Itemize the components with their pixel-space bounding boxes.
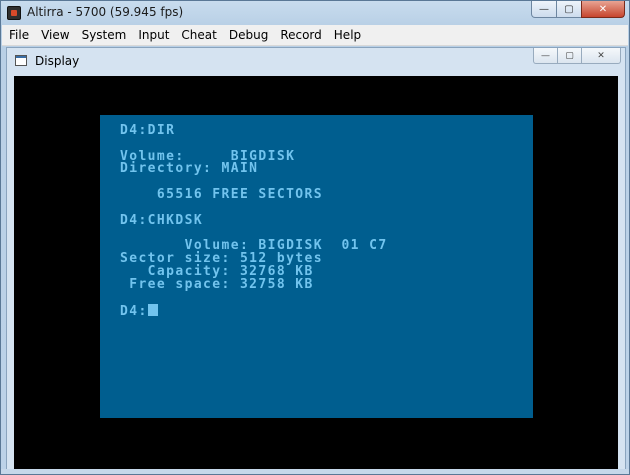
display-minimize-button[interactable]: — <box>533 48 558 64</box>
menu-file[interactable]: File <box>2 25 35 45</box>
screen-line: 65516 FREE SECTORS <box>120 186 323 202</box>
display-pane-caption-buttons: — ▢ ✕ <box>533 48 621 64</box>
close-icon: ✕ <box>598 3 608 15</box>
close-button[interactable]: ✕ <box>581 1 625 18</box>
screen-line: D4:CHKDSK <box>120 212 204 228</box>
menu-system[interactable]: System <box>76 25 133 45</box>
window-bottom-border <box>1 469 629 474</box>
display-pane: Display — ▢ ✕ D4:DIR​Volume: BIGDISKDire… <box>6 47 626 471</box>
screen-line: D4:DIR <box>120 123 176 138</box>
prompt-text: D4: <box>120 304 148 320</box>
maximize-icon: ▢ <box>564 3 574 15</box>
menu-debug[interactable]: Debug <box>223 25 274 45</box>
window-caption-buttons: — ▢ ✕ <box>531 1 625 19</box>
altirra-app-icon[interactable] <box>7 6 21 20</box>
display-close-button[interactable]: ✕ <box>581 48 621 64</box>
close-icon: ✕ <box>597 50 605 61</box>
minimize-button[interactable]: — <box>531 1 557 18</box>
emulator-display[interactable]: D4:DIR​Volume: BIGDISKDirectory: MAIN​ 6… <box>14 76 618 470</box>
screen-line: Directory: MAIN <box>120 161 259 177</box>
display-pane-title: Display <box>35 54 80 68</box>
maximize-button[interactable]: ▢ <box>556 1 582 18</box>
text-cursor <box>147 304 158 317</box>
main-window: Altirra - 5700 (59.945 fps) — ▢ ✕ File V… <box>0 0 630 475</box>
minimize-icon: — <box>539 3 549 15</box>
screen-text: D4:DIR​Volume: BIGDISKDirectory: MAIN​ 6… <box>120 123 388 320</box>
menu-bar: File View System Input Cheat Debug Recor… <box>2 25 628 46</box>
prompt-line: D4: <box>120 304 388 320</box>
screen-line: Free space: 32758 KB <box>120 276 314 292</box>
screen-line: ​ <box>120 291 388 304</box>
window-title: Altirra - 5700 (59.945 fps) <box>27 5 184 19</box>
display-window-icon <box>15 55 27 66</box>
menu-cheat[interactable]: Cheat <box>175 25 222 45</box>
menu-record[interactable]: Record <box>274 25 327 45</box>
menu-help[interactable]: Help <box>328 25 367 45</box>
menu-input[interactable]: Input <box>132 25 175 45</box>
minimize-icon: — <box>541 50 550 61</box>
atari-screen[interactable]: D4:DIR​Volume: BIGDISKDirectory: MAIN​ 6… <box>100 115 533 418</box>
maximize-icon: ▢ <box>565 50 574 61</box>
title-bar[interactable]: Altirra - 5700 (59.945 fps) — ▢ ✕ <box>1 1 629 25</box>
display-pane-title-bar[interactable]: Display — ▢ ✕ <box>7 48 625 74</box>
menu-view[interactable]: View <box>35 25 75 45</box>
display-maximize-button[interactable]: ▢ <box>557 48 582 64</box>
